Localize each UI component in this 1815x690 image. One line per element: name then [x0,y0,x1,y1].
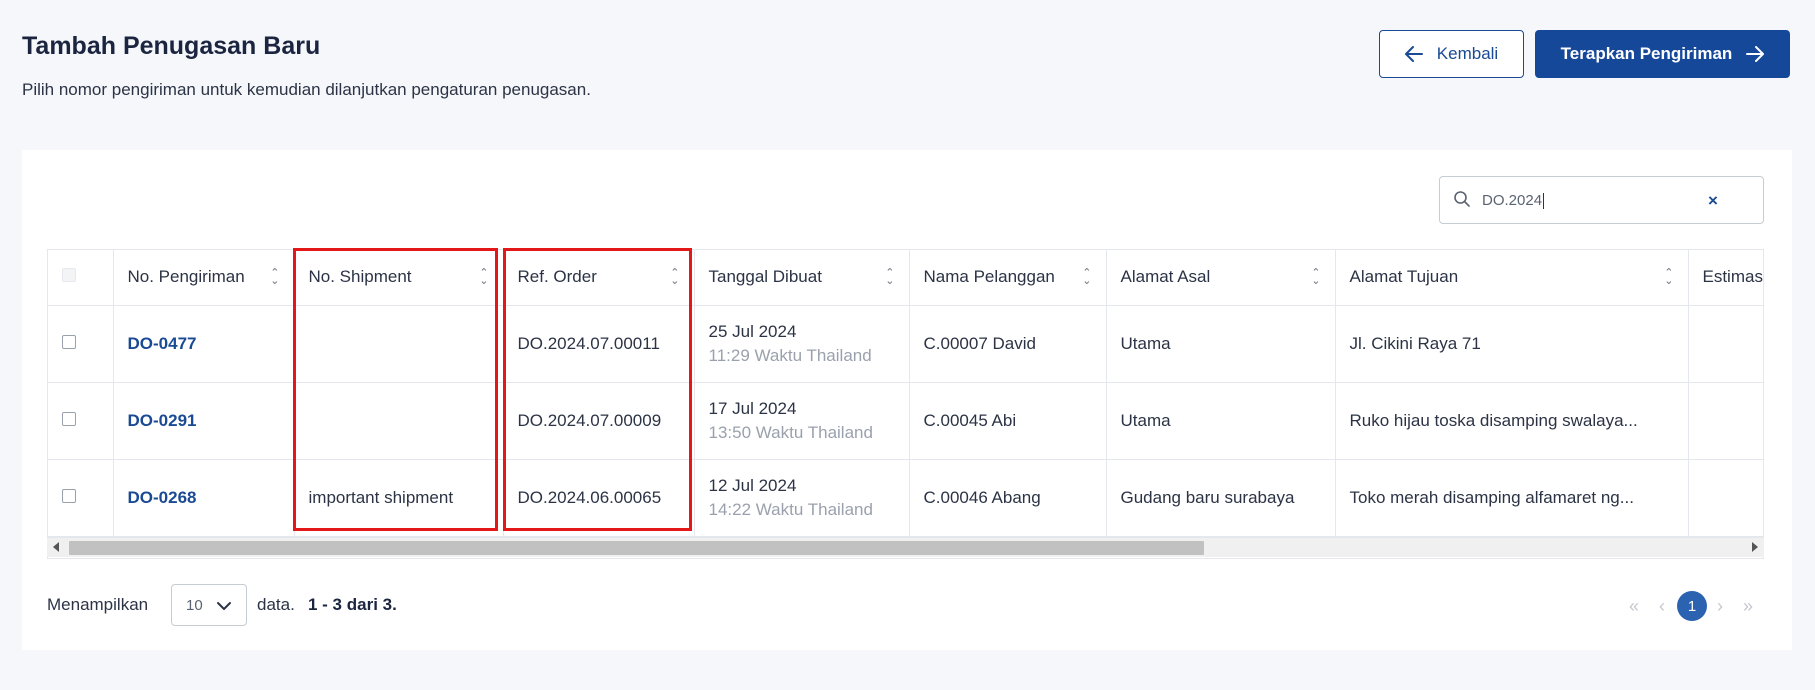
cell-no-pengiriman[interactable]: DO-0477 [113,305,295,383]
column-label: No. Pengiriman [127,267,245,287]
time-value: 11:29 Waktu Thailand [708,345,872,365]
horizontal-scrollbar[interactable] [47,537,1764,557]
column-label: Alamat Tujuan [1349,267,1459,287]
highlight-no-shipment-column [293,248,498,531]
select-all-checkbox[interactable] [48,250,114,306]
pager-next-icon[interactable]: › [1709,591,1731,621]
back-button-label: Kembali [1436,44,1499,63]
cell-alamat-asal: Utama [1106,382,1336,460]
sort-icon[interactable]: ⌃ ⌄ [270,268,279,287]
cell-estimasi [1688,305,1763,383]
search-box[interactable]: DO.2024 × [1439,176,1764,224]
cell-tanggal-dibuat: 17 Jul 2024 13:50 Waktu Thailand [694,382,910,460]
pager-first-icon[interactable]: « [1623,591,1645,621]
time-value: 13:50 Waktu Thailand [708,422,873,442]
cell-alamat-tujuan: Jl. Cikini Raya 71 [1335,305,1689,383]
column-label: Nama Pelanggan [923,267,1055,287]
date-value: 17 Jul 2024 [708,398,797,418]
page-subtitle: Pilih nomor pengiriman untuk kemudian di… [22,80,591,99]
date-value: 25 Jul 2024 [708,321,797,341]
cell-alamat-tujuan: Toko merah disamping alfamaret ng... [1335,459,1689,537]
apply-button-label: Terapkan Pengiriman [1560,44,1733,63]
time-value: 14:22 Waktu Thailand [708,499,873,519]
close-icon[interactable]: × [1708,191,1718,211]
page-size-select[interactable]: 10 [171,584,247,626]
column-alamat-asal[interactable]: Alamat Asal ⌃ ⌄ [1106,250,1336,306]
cell-alamat-asal: Gudang baru surabaya [1106,459,1336,537]
column-label: Alamat Asal [1120,267,1211,287]
search-icon [1453,190,1471,213]
row-checkbox[interactable] [48,382,114,460]
column-nama-pelanggan[interactable]: Nama Pelanggan ⌃ ⌄ [909,250,1107,306]
cell-alamat-tujuan: Ruko hijau toska disamping swalaya... [1335,382,1689,460]
cell-no-pengiriman[interactable]: DO-0268 [113,459,295,537]
column-tanggal-dibuat[interactable]: Tanggal Dibuat ⌃ ⌄ [694,250,910,306]
cell-estimasi [1688,459,1763,537]
scroll-right-icon[interactable] [1752,542,1758,552]
date-value: 12 Jul 2024 [708,475,797,495]
search-input[interactable]: DO.2024 [1482,192,1542,209]
range-text: 1 - 3 dari 3. [308,595,397,614]
arrow-right-icon [1732,46,1765,62]
sort-icon[interactable]: ⌃ ⌄ [1311,268,1320,287]
sort-icon[interactable]: ⌃ ⌄ [885,268,894,287]
page-size-value: 10 [186,597,203,614]
cell-no-pengiriman[interactable]: DO-0291 [113,382,295,460]
cell-nama-pelanggan: C.00045 Abi [909,382,1107,460]
chevron-down-icon [216,599,232,617]
column-estimasi[interactable]: Estimas [1688,250,1763,306]
cell-estimasi [1688,382,1763,460]
cell-tanggal-dibuat: 25 Jul 2024 11:29 Waktu Thailand [694,305,910,383]
sort-icon[interactable]: ⌃ ⌄ [1664,268,1673,287]
show-label: Menampilkan [47,595,149,614]
cell-nama-pelanggan: C.00046 Abang [909,459,1107,537]
arrow-left-icon [1404,46,1437,62]
cell-alamat-asal: Utama [1106,305,1336,383]
cell-nama-pelanggan: C.00007 David [909,305,1107,383]
scrollbar-thumb[interactable] [69,541,1204,555]
page-title: Tambah Penugasan Baru [22,32,321,60]
pager-last-icon[interactable]: » [1737,591,1759,621]
back-button[interactable]: Kembali [1379,30,1524,78]
column-no-pengiriman[interactable]: No. Pengiriman ⌃ ⌄ [113,250,295,306]
data-label: data. [257,595,295,614]
apply-shipment-button[interactable]: Terapkan Pengiriman [1535,30,1790,78]
column-label: Estimas [1702,267,1763,287]
sort-icon[interactable]: ⌃ ⌄ [1082,268,1091,287]
column-alamat-tujuan[interactable]: Alamat Tujuan ⌃ ⌄ [1335,250,1689,306]
column-label: Tanggal Dibuat [708,267,822,287]
row-checkbox[interactable] [48,305,114,383]
cell-tanggal-dibuat: 12 Jul 2024 14:22 Waktu Thailand [694,459,910,537]
highlight-ref-order-column [503,248,692,531]
scroll-left-icon[interactable] [53,542,59,552]
pager-current-page[interactable]: 1 [1677,591,1707,621]
pager-prev-icon[interactable]: ‹ [1651,591,1673,621]
row-checkbox[interactable] [48,459,114,537]
